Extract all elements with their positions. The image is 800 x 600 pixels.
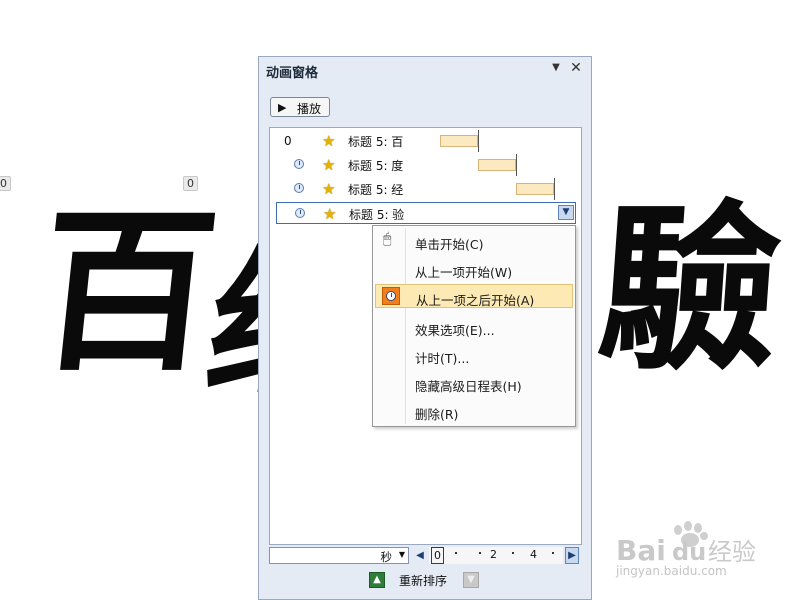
timeline-tick: 0 [431, 547, 444, 564]
slide-char-bai: 百 [29, 190, 222, 395]
menu-item-label: 从上一项之后开始(A) [416, 293, 535, 308]
menu-item-label: 效果选项(E)... [415, 323, 495, 338]
timeline-marker [554, 178, 555, 200]
clock-icon [382, 287, 400, 305]
timeline-dot [512, 552, 514, 554]
pane-title: 动画窗格 [266, 66, 319, 81]
menu-item-start-with-previous[interactable]: 从上一项开始(W) [375, 257, 573, 281]
animation-item[interactable]: ★ 标题 5: 度 [270, 154, 581, 176]
slide-char-yan: 驗 [592, 184, 788, 395]
timeline-marker [516, 154, 517, 176]
trigger-number: 0 [284, 134, 292, 148]
animation-item-label: 标题 5: 验 [349, 208, 405, 222]
menu-item-label: 从上一项开始(W) [415, 265, 513, 280]
timeline-dot [479, 552, 481, 554]
context-menu: 🖱 单击开始(C) 从上一项开始(W) 从上一项之后开始(A) 效果选项(E).… [372, 225, 576, 427]
menu-item-start-on-click[interactable]: 🖱 单击开始(C) [375, 229, 573, 253]
menu-item-remove[interactable]: 删除(R) [375, 399, 573, 423]
timeline-dot [455, 552, 457, 554]
menu-item-label: 删除(R) [415, 407, 459, 422]
animation-item[interactable]: 0 ★ 标题 5: 百 [270, 130, 581, 152]
watermark-url: jingyan.baidu.com [616, 564, 727, 578]
play-button[interactable]: ▶ 播放 [270, 97, 330, 117]
chevron-down-icon[interactable]: ▼ [558, 205, 574, 220]
star-effect-icon: ★ [322, 132, 336, 150]
chevron-left-icon[interactable]: ◀ [413, 547, 427, 564]
reorder-label: 重新排序 [399, 574, 448, 588]
chevron-right-icon[interactable]: ▶ [565, 547, 579, 564]
menu-item-timing[interactable]: 计时(T)... [375, 343, 573, 367]
chevron-down-icon: ▼ [398, 550, 405, 559]
timeline-bar[interactable] [516, 183, 554, 195]
timeline-bar-footer: 秒 ▼ ◀ 0 2 4 ▶ [269, 547, 582, 565]
baidu-paw-logo: Bai du 经验 [616, 521, 756, 567]
play-icon: ▶ [278, 101, 287, 114]
timeline-tick: 2 [490, 548, 497, 561]
clock-icon [294, 183, 304, 193]
svg-text:du: du [672, 538, 706, 566]
timeline-scale: 0 2 4 [429, 547, 563, 564]
animation-item-label: 标题 5: 经 [348, 183, 404, 197]
animation-order-badge[interactable]: 0 [183, 176, 198, 191]
timeline-marker [478, 130, 479, 152]
timeline-tick: 4 [530, 548, 537, 561]
menu-item-label: 单击开始(C) [415, 237, 484, 252]
star-effect-icon: ★ [322, 180, 336, 198]
play-button-label: 播放 [297, 102, 322, 116]
menu-item-effect-options[interactable]: 效果选项(E)... [375, 315, 573, 339]
star-effect-icon: ★ [322, 156, 336, 174]
star-effect-icon: ★ [323, 205, 337, 223]
svg-text:Bai: Bai [616, 534, 666, 567]
clock-icon [295, 208, 305, 218]
timeline-bar[interactable] [440, 135, 478, 147]
move-down-icon[interactable]: ▼ [463, 572, 479, 588]
animation-item-selected[interactable]: ★ 标题 5: 验 ▼ [276, 202, 576, 224]
mouse-icon: 🖱 [383, 231, 392, 247]
clock-icon [294, 159, 304, 169]
animation-order-badge[interactable]: 0 [0, 176, 11, 191]
menu-item-start-after-previous[interactable]: 从上一项之后开始(A) [375, 284, 573, 308]
move-up-icon[interactable]: ▲ [369, 572, 385, 588]
pane-header: 动画窗格 ▼ ✕ [259, 57, 591, 83]
close-icon[interactable]: ✕ [569, 60, 583, 76]
timeline-bar[interactable] [478, 159, 516, 171]
timeline-dot [552, 552, 554, 554]
svg-text:经验: 经验 [708, 538, 756, 566]
seconds-label: 秒 [380, 550, 393, 564]
animation-item-label: 标题 5: 度 [348, 159, 404, 173]
seconds-dropdown[interactable]: 秒 ▼ [269, 547, 409, 564]
menu-item-hide-advanced-timeline[interactable]: 隐藏高级日程表(H) [375, 371, 573, 395]
animation-item[interactable]: ★ 标题 5: 经 [270, 178, 581, 200]
pane-options-icon[interactable]: ▼ [549, 62, 563, 76]
animation-item-label: 标题 5: 百 [348, 135, 404, 149]
menu-item-label: 隐藏高级日程表(H) [415, 379, 522, 394]
menu-item-label: 计时(T)... [415, 351, 470, 366]
